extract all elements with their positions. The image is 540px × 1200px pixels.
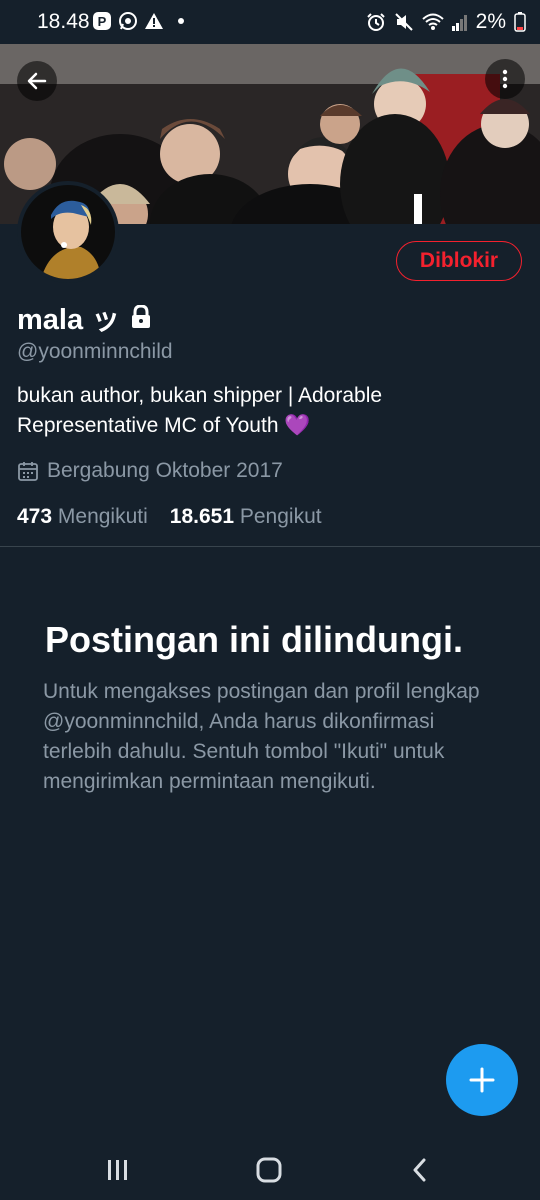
recent-apps-icon bbox=[108, 1160, 127, 1180]
avatar-image bbox=[21, 185, 115, 279]
followers-label: Pengikut bbox=[239, 505, 322, 528]
warning-icon bbox=[145, 13, 163, 29]
profile-handle: @yoonminnchild bbox=[17, 340, 173, 363]
followers-link[interactable]: 18.651 Pengikut bbox=[170, 505, 322, 529]
system-nav-bar bbox=[0, 1140, 540, 1200]
home-icon bbox=[256, 1157, 282, 1183]
following-label: Mengikuti bbox=[57, 505, 148, 528]
status-bar: 18.48 P 2% bbox=[0, 0, 540, 44]
profile-bio: bukan author, bukan shipper | Adorable R… bbox=[17, 384, 383, 437]
more-vertical-icon bbox=[502, 69, 508, 89]
follow-stats: 473 Mengikuti 18.651 Pengikut bbox=[17, 505, 322, 529]
lock-icon bbox=[132, 305, 151, 328]
compose-button[interactable] bbox=[446, 1044, 518, 1116]
following-count: 473 bbox=[17, 505, 53, 528]
profile-name-row: mala ッ bbox=[17, 296, 152, 338]
whatsapp-icon bbox=[119, 12, 137, 30]
more-options-button[interactable] bbox=[485, 59, 525, 99]
mute-icon bbox=[394, 13, 413, 31]
profile-avatar[interactable] bbox=[17, 181, 119, 283]
blocked-button[interactable]: Diblokir bbox=[396, 241, 522, 281]
protected-title: Postingan ini dilindungi. bbox=[45, 619, 463, 660]
calendar-icon bbox=[18, 462, 38, 481]
joined-date-row: Bergabung Oktober 2017 bbox=[17, 459, 283, 483]
followers-count: 18.651 bbox=[169, 505, 235, 528]
svg-text:P: P bbox=[98, 14, 107, 29]
chevron-left-icon bbox=[413, 1158, 426, 1182]
back-arrow-icon bbox=[27, 72, 47, 90]
battery-icon bbox=[514, 12, 526, 32]
status-time: 18.48 bbox=[37, 10, 90, 33]
wifi-icon bbox=[421, 13, 444, 30]
joined-date: Bergabung Oktober 2017 bbox=[47, 459, 283, 482]
recent-apps-button[interactable] bbox=[98, 1152, 138, 1188]
more-notifications-dot bbox=[178, 18, 184, 24]
protected-message: Untuk mengakses postingan dan profil len… bbox=[43, 680, 480, 793]
system-back-button[interactable] bbox=[400, 1152, 440, 1188]
following-link[interactable]: 473 Mengikuti bbox=[17, 505, 148, 529]
app-notification-icon: P bbox=[93, 12, 111, 30]
home-button[interactable] bbox=[249, 1152, 289, 1188]
back-button[interactable] bbox=[17, 61, 57, 101]
plus-icon bbox=[469, 1067, 495, 1093]
divider bbox=[0, 546, 540, 547]
profile-name: mala ッ bbox=[17, 304, 121, 336]
battery-percent: 2% bbox=[475, 10, 506, 33]
signal-icon bbox=[451, 15, 467, 31]
alarm-icon bbox=[366, 13, 385, 31]
